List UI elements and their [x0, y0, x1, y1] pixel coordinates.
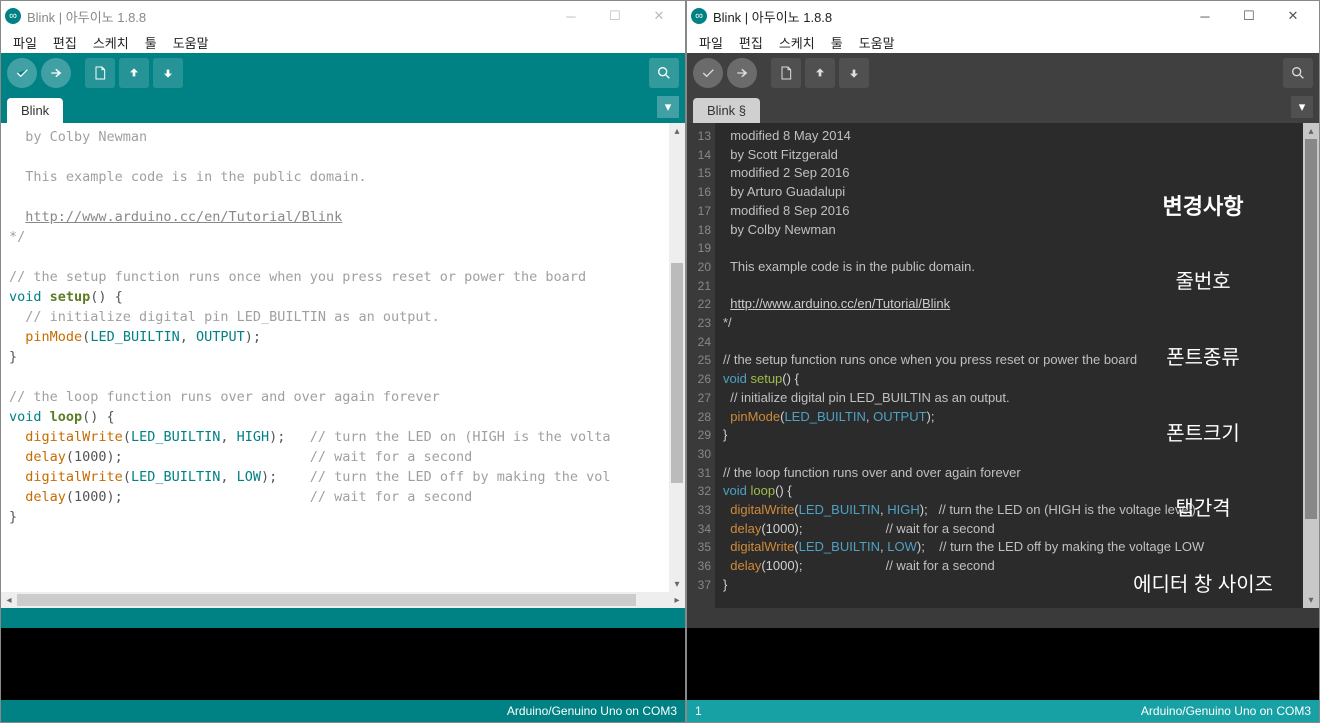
editor[interactable]: 13 14 15 16 17 18 19 20 21 22 23 24 25 2… [687, 123, 1319, 608]
titlebar: Blink | 아두이노 1.8.8 ─ ☐ ✕ [687, 1, 1319, 31]
tabbar: Blink ▾ [1, 93, 685, 123]
tab-blink[interactable]: Blink [7, 98, 63, 123]
open-button[interactable] [805, 58, 835, 88]
status-strip [687, 608, 1319, 628]
arduino-window-dark: Blink | 아두이노 1.8.8 ─ ☐ ✕ 파일 편집 스케치 툴 도움말 [686, 0, 1320, 723]
overlay-item: 줄번호 [1133, 271, 1273, 294]
overlay-item: 탭간격 [1133, 498, 1273, 521]
scroll-down-icon[interactable]: ▾ [669, 576, 685, 592]
verify-button[interactable] [693, 58, 723, 88]
scroll-thumb[interactable] [1305, 139, 1317, 519]
menu-edit[interactable]: 편집 [45, 32, 85, 53]
upload-button[interactable] [41, 58, 71, 88]
menu-file[interactable]: 파일 [5, 32, 45, 53]
vertical-scrollbar[interactable]: ▴ ▾ [1303, 123, 1319, 608]
code-area[interactable]: by Colby Newman This example code is in … [1, 123, 669, 592]
toolbar [687, 53, 1319, 93]
tab-menu-button[interactable]: ▾ [1291, 96, 1313, 118]
maximize-button[interactable]: ☐ [1227, 2, 1271, 30]
file-icon [92, 65, 108, 81]
overlay-item: 폰트크기 [1133, 423, 1273, 446]
arduino-window-light: Blink | 아두이노 1.8.8 ─ ☐ ✕ 파일 편집 스케치 툴 도움말 [0, 0, 686, 723]
menubar: 파일 편집 스케치 툴 도움말 [1, 31, 685, 53]
arrow-right-icon [48, 65, 64, 81]
overlay-item: 폰트종류 [1133, 347, 1273, 370]
serial-monitor-button[interactable] [1283, 58, 1313, 88]
annotation-overlay: 변경사항 줄번호 폰트종류 폰트크기 탭간격 에디터 창 사이즈 [1133, 143, 1273, 608]
tabbar: Blink § ▾ [687, 93, 1319, 123]
scroll-left-icon[interactable]: ◂ [1, 595, 17, 606]
menubar: 파일 편집 스케치 툴 도움말 [687, 31, 1319, 53]
menu-edit[interactable]: 편집 [731, 32, 771, 53]
vertical-scrollbar[interactable]: ▴ ▾ [669, 123, 685, 592]
board-status: Arduino/Genuino Uno on COM3 [1141, 704, 1311, 718]
toolbar [1, 53, 685, 93]
app-icon [5, 8, 21, 24]
arrow-right-icon [734, 65, 750, 81]
console-output [1, 628, 685, 700]
overlay-title: 변경사항 [1133, 194, 1273, 219]
menu-file[interactable]: 파일 [691, 32, 731, 53]
window-controls: ─ ☐ ✕ [549, 2, 681, 30]
scroll-up-icon[interactable]: ▴ [669, 123, 685, 139]
scroll-down-icon[interactable]: ▾ [1303, 592, 1319, 608]
scroll-thumb[interactable] [671, 263, 683, 483]
search-icon [1290, 65, 1306, 81]
menu-sketch[interactable]: 스케치 [771, 32, 823, 53]
status-strip [1, 608, 685, 628]
window-controls: ─ ☐ ✕ [1183, 2, 1315, 30]
scroll-right-icon[interactable]: ▸ [669, 595, 685, 606]
arrow-up-icon [812, 65, 828, 81]
arrow-down-icon [160, 65, 176, 81]
check-icon [700, 65, 716, 81]
hscroll-thumb[interactable] [17, 594, 636, 606]
upload-button[interactable] [727, 58, 757, 88]
line-number-gutter: 13 14 15 16 17 18 19 20 21 22 23 24 25 2… [687, 123, 715, 608]
menu-help[interactable]: 도움말 [851, 32, 903, 53]
console-output [687, 628, 1319, 700]
check-icon [14, 65, 30, 81]
titlebar: Blink | 아두이노 1.8.8 ─ ☐ ✕ [1, 1, 685, 31]
code-area[interactable]: modified 8 May 2014 by Scott Fitzgerald … [715, 123, 1303, 608]
verify-button[interactable] [7, 58, 37, 88]
new-button[interactable] [771, 58, 801, 88]
tab-blink[interactable]: Blink § [693, 98, 760, 123]
maximize-button[interactable]: ☐ [593, 2, 637, 30]
arrow-up-icon [126, 65, 142, 81]
menu-tools[interactable]: 툴 [137, 32, 165, 53]
save-button[interactable] [153, 58, 183, 88]
line-indicator: 1 [695, 704, 702, 718]
save-button[interactable] [839, 58, 869, 88]
arrow-down-icon [846, 65, 862, 81]
menu-tools[interactable]: 툴 [823, 32, 851, 53]
horizontal-scrollbar[interactable]: ◂ ▸ [1, 592, 685, 608]
serial-monitor-button[interactable] [649, 58, 679, 88]
close-button[interactable]: ✕ [637, 2, 681, 30]
app-icon [691, 8, 707, 24]
board-status: Arduino/Genuino Uno on COM3 [507, 704, 677, 718]
menu-help[interactable]: 도움말 [165, 32, 217, 53]
menu-sketch[interactable]: 스케치 [85, 32, 137, 53]
footer: 1 Arduino/Genuino Uno on COM3 [687, 700, 1319, 722]
new-button[interactable] [85, 58, 115, 88]
minimize-button[interactable]: ─ [1183, 2, 1227, 30]
scroll-up-icon[interactable]: ▴ [1303, 123, 1319, 139]
file-icon [778, 65, 794, 81]
search-icon [656, 65, 672, 81]
tab-menu-button[interactable]: ▾ [657, 96, 679, 118]
overlay-item: 에디터 창 사이즈 [1133, 574, 1273, 597]
open-button[interactable] [119, 58, 149, 88]
minimize-button[interactable]: ─ [549, 2, 593, 30]
close-button[interactable]: ✕ [1271, 2, 1315, 30]
window-title: Blink | 아두이노 1.8.8 [713, 7, 1183, 26]
editor[interactable]: by Colby Newman This example code is in … [1, 123, 685, 592]
window-title: Blink | 아두이노 1.8.8 [27, 7, 549, 26]
footer: Arduino/Genuino Uno on COM3 [1, 700, 685, 722]
